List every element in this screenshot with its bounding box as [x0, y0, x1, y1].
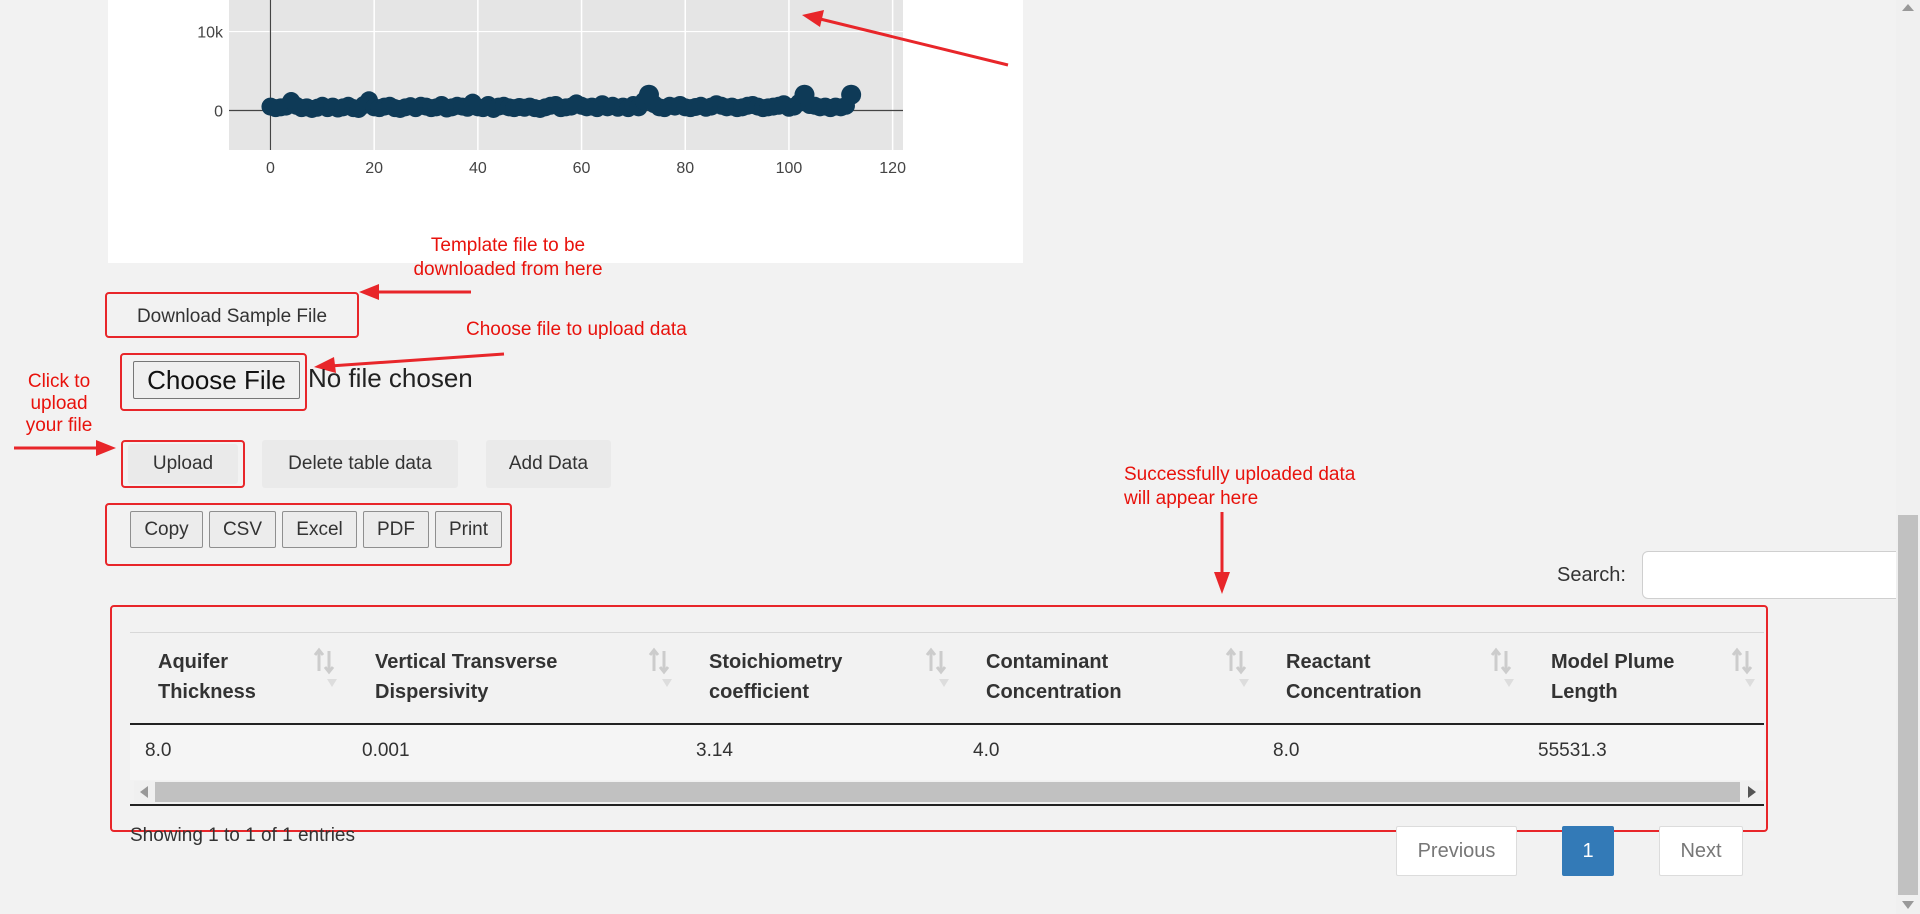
next-page-button[interactable]: Next — [1659, 826, 1743, 876]
column-header-model-plume-length[interactable]: Model Plume Length — [1551, 647, 1674, 707]
column-header-line: Length — [1551, 681, 1618, 703]
add-data-button[interactable]: Add Data — [486, 440, 611, 488]
sort-icon[interactable] — [648, 647, 672, 689]
copy-button[interactable]: Copy — [130, 511, 203, 548]
column-header-reactant-concentration[interactable]: Reactant Concentration — [1286, 647, 1422, 707]
chart-x-tick-label: 0 — [266, 160, 275, 177]
table-info-text: Showing 1 to 1 of 1 entries — [130, 825, 355, 846]
column-header-line: Aquifer — [158, 651, 228, 673]
sort-icon[interactable] — [313, 647, 337, 689]
upload-annotation-line-3: your file — [25, 415, 93, 436]
scroll-down-icon[interactable] — [1901, 900, 1915, 910]
chart-y-tick-label: 10k — [197, 25, 224, 42]
template-annotation-line-2: downloaded from here — [413, 259, 603, 280]
column-header-line: coefficient — [709, 681, 810, 703]
scroll-left-icon[interactable] — [138, 785, 150, 799]
previous-page-button[interactable]: Previous — [1396, 826, 1517, 876]
excel-button[interactable]: Excel — [282, 511, 357, 548]
search-label: Search: — [1557, 564, 1626, 586]
horizontal-scrollbar-thumb[interactable] — [155, 782, 1740, 802]
column-header-aquifer-thickness[interactable]: Aquifer Thickness — [158, 647, 256, 707]
upload-button[interactable]: Upload — [128, 444, 238, 484]
upload-annotation-line-2: upload — [30, 393, 88, 414]
chart-x-tick-label: 80 — [676, 160, 694, 177]
cell-model-plume-length: 55531.3 — [1538, 740, 1607, 761]
column-header-vertical-transverse-dispersivity[interactable]: Vertical Transverse Dispersivity — [375, 647, 557, 707]
column-header-stoichiometry-coefficient[interactable]: Stoichiometry coefficient — [709, 647, 842, 707]
choose-file-button[interactable]: Choose File — [133, 361, 300, 399]
cell-stoichiometry-coefficient: 3.14 — [696, 740, 733, 761]
sort-icon[interactable] — [925, 647, 949, 689]
template-arrow — [359, 284, 471, 300]
sort-icon[interactable] — [1731, 647, 1755, 689]
choose-annotation: Choose file to upload data — [466, 319, 687, 340]
cell-aquifer-thickness: 8.0 — [145, 740, 172, 761]
success-annotation-line-2: will appear here — [1124, 488, 1259, 509]
column-header-line: Dispersivity — [375, 681, 489, 703]
csv-button[interactable]: CSV — [209, 511, 276, 548]
column-header-line: Thickness — [158, 681, 256, 703]
template-annotation: Template file to be downloaded from here — [398, 234, 618, 282]
file-status-text: No file chosen — [308, 363, 473, 393]
cell-vertical-transverse-dispersivity: 0.001 — [362, 740, 410, 761]
chart-annotation-arrow — [802, 10, 1009, 67]
upload-annotation-line-1: Click to — [27, 371, 91, 392]
vertical-scrollbar-thumb[interactable] — [1898, 515, 1918, 895]
upload-arrow — [14, 440, 116, 456]
column-header-line: Model Plume — [1551, 651, 1675, 673]
chart-x-tick-label: 100 — [776, 160, 803, 177]
scroll-up-icon[interactable] — [1901, 2, 1915, 12]
template-annotation-line-1: Template file to be — [430, 235, 586, 256]
column-header-line: Concentration — [986, 681, 1122, 703]
table-header-top-border — [130, 632, 1764, 633]
success-annotation: Successfully uploaded data will appear h… — [1124, 463, 1355, 511]
chart-y-tick-label: 0 — [214, 104, 223, 121]
print-button[interactable]: Print — [435, 511, 502, 548]
column-header-line: Vertical Transverse — [375, 651, 558, 673]
sort-icon[interactable] — [1225, 647, 1249, 689]
pdf-button[interactable]: PDF — [363, 511, 429, 548]
column-header-line: Contaminant — [986, 651, 1109, 673]
scroll-right-icon[interactable] — [1746, 785, 1758, 799]
success-arrow — [1214, 512, 1230, 594]
page-1-button[interactable]: 1 — [1562, 826, 1614, 876]
chart-data-point — [841, 84, 862, 105]
chart-x-tick-label: 20 — [365, 160, 383, 177]
column-header-contaminant-concentration[interactable]: Contaminant Concentration — [986, 647, 1122, 707]
cell-reactant-concentration: 8.0 — [1273, 740, 1300, 761]
column-header-line: Reactant — [1286, 651, 1371, 673]
sort-icon[interactable] — [1490, 647, 1514, 689]
column-header-line: Concentration — [1286, 681, 1422, 703]
search-input[interactable] — [1642, 551, 1920, 599]
table-header-bottom-border — [130, 723, 1764, 725]
table-bottom-border — [130, 804, 1764, 806]
chart-x-tick-label: 40 — [469, 160, 487, 177]
delete-table-data-button[interactable]: Delete table data — [262, 440, 458, 488]
download-sample-button[interactable]: Download Sample File — [112, 297, 352, 337]
column-header-line: Stoichiometry — [709, 651, 843, 673]
chart-x-tick-label: 120 — [879, 160, 906, 177]
cell-contaminant-concentration: 4.0 — [973, 740, 1000, 761]
upload-annotation: Click to upload your file — [20, 371, 98, 437]
chart-x-tick-label: 60 — [573, 160, 591, 177]
success-annotation-line-1: Successfully uploaded data — [1124, 464, 1356, 485]
